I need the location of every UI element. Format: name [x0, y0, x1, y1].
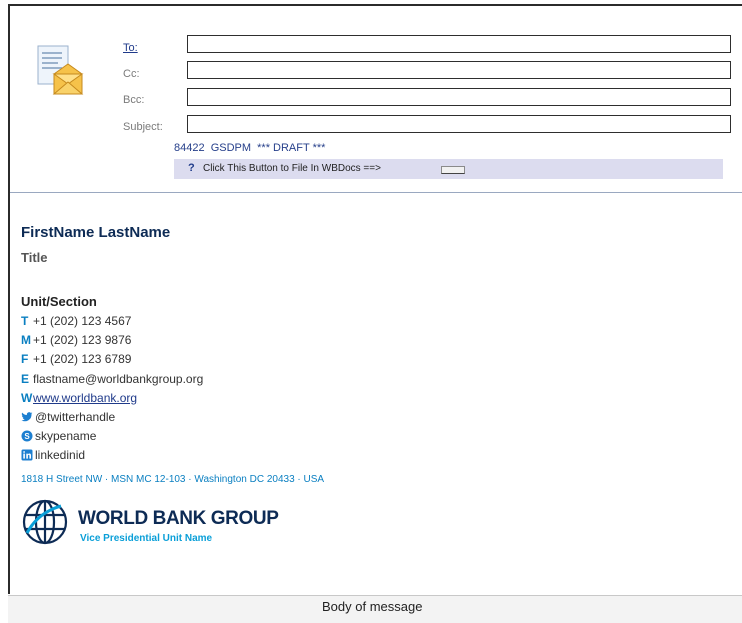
- fax-key: F: [21, 352, 29, 366]
- header-divider: [10, 192, 742, 193]
- file-wbdocs-button[interactable]: [441, 166, 465, 174]
- message-body-label: Body of message: [322, 599, 423, 614]
- contact-phone: T +1 (202) 123 4567: [21, 314, 131, 331]
- contact-mobile: M +1 (202) 123 9876: [21, 333, 131, 350]
- organization-unit: Vice Presidential Unit Name: [80, 533, 213, 544]
- contact-fax: F +1 (202) 123 6789: [21, 352, 131, 369]
- subject-field[interactable]: [187, 115, 731, 133]
- contact-linkedin: linkedinid: [21, 448, 85, 465]
- mail-envelope-icon: [37, 45, 84, 95]
- bcc-field[interactable]: [187, 88, 731, 106]
- postal-address: 1818 H Street NW · MSN MC 12-103 · Washi…: [21, 474, 325, 485]
- to-label[interactable]: To:: [123, 42, 138, 54]
- cc-label: Cc:: [123, 68, 140, 80]
- website-key: W: [21, 391, 33, 405]
- email-value: flastname@worldbankgroup.org: [33, 372, 204, 386]
- mobile-key: M: [21, 333, 31, 347]
- phone-value: +1 (202) 123 4567: [33, 314, 132, 328]
- organization-name: WORLD BANK GROUP: [78, 508, 279, 529]
- email-header: To: Cc: Bcc: Subject: 84422 GSDPM *** DR…: [10, 6, 742, 192]
- phone-key: T: [21, 314, 29, 328]
- svg-text:S: S: [24, 432, 30, 441]
- skype-icon: S: [21, 430, 33, 442]
- fax-value: +1 (202) 123 6789: [33, 352, 132, 366]
- linkedin-icon: [21, 449, 33, 461]
- signature-unit: Unit/Section: [21, 294, 97, 309]
- linkedin-id: linkedinid: [35, 448, 86, 462]
- contact-skype: S skypename: [21, 429, 96, 446]
- subject-label: Subject:: [123, 121, 163, 133]
- mobile-value: +1 (202) 123 9876: [33, 333, 132, 347]
- signature-name: FirstName LastName: [21, 224, 171, 241]
- contact-website: Wwww.worldbank.org: [21, 391, 137, 408]
- world-bank-globe-logo-icon: [22, 499, 68, 545]
- twitter-handle: @twitterhandle: [35, 410, 116, 424]
- email-compose-window: To: Cc: Bcc: Subject: 84422 GSDPM *** DR…: [8, 4, 742, 594]
- contact-twitter: @twitterhandle: [21, 410, 115, 427]
- file-wbdocs-label: Click This Button to File In WBDocs ==>: [203, 163, 381, 174]
- cc-field[interactable]: [187, 61, 731, 79]
- message-body-area[interactable]: Body of message: [8, 595, 742, 623]
- skype-name: skypename: [35, 429, 97, 443]
- document-tag-line: 84422 GSDPM *** DRAFT ***: [174, 142, 326, 154]
- to-field[interactable]: [187, 35, 731, 53]
- help-icon: ?: [188, 162, 195, 174]
- signature-title: Title: [21, 250, 48, 265]
- website-link[interactable]: www.worldbank.org: [33, 391, 137, 405]
- file-wbdocs-bar: ? Click This Button to File In WBDocs ==…: [174, 159, 723, 179]
- bcc-label: Bcc:: [123, 94, 145, 106]
- twitter-icon: [21, 412, 33, 422]
- contact-email: Eflastname@worldbankgroup.org: [21, 372, 203, 389]
- email-key: E: [21, 372, 30, 386]
